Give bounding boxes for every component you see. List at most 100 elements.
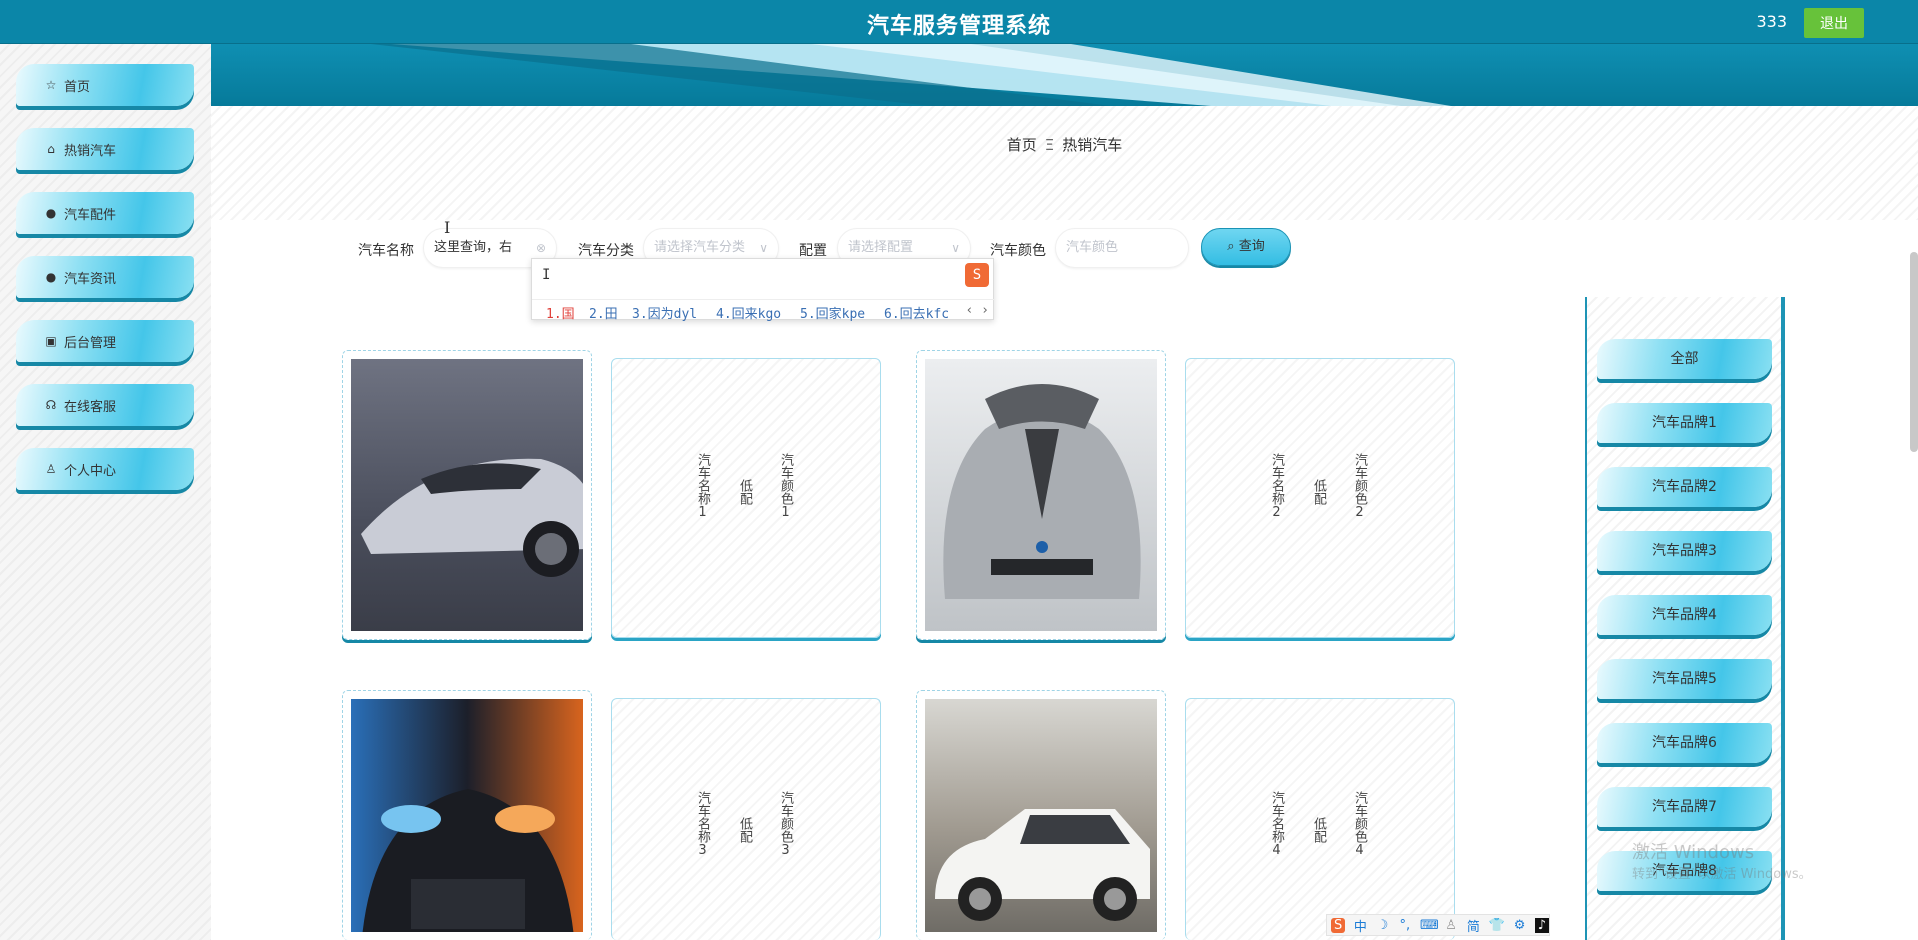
brand-button[interactable]: 汽车品牌6 (1597, 723, 1772, 763)
brand-button[interactable]: 汽车品牌7 (1597, 787, 1772, 827)
bag-icon: ⌂ (47, 142, 55, 156)
sidebar-item-profile[interactable]: ♙ 个人中心 (16, 448, 194, 490)
user-icon: ♙ (45, 462, 57, 476)
user-icon[interactable]: ♙ (1444, 918, 1458, 933)
car-info-card[interactable]: 汽车名称3 低配 汽车颜色3 (611, 698, 881, 940)
sidebar: ☆ 首页 ⌂ 热销汽车 ● 汽车配件 ● 汽车资讯 ▣ 后台管理 ☊ 在线客服 … (0, 44, 211, 940)
sidebar-item-parts[interactable]: ● 汽车配件 (16, 192, 194, 234)
ime-candidate[interactable]: 6.回去kfc (884, 303, 949, 322)
tiktok-icon[interactable]: ♪ (1534, 917, 1549, 933)
ime-page-arrows-icon[interactable]: ‹ › (966, 303, 989, 318)
punctuation-icon[interactable]: °, (1398, 918, 1412, 933)
shop-icon: ▣ (45, 334, 57, 348)
brand-button[interactable]: 汽车品牌5 (1597, 659, 1772, 699)
ime-candidate[interactable]: 3.因为dyl (632, 303, 697, 322)
keyboard-icon[interactable]: ⌨ (1420, 918, 1439, 933)
car-info-card[interactable]: 汽车名称2 低配 汽车颜色2 (1185, 358, 1455, 638)
headset-icon: ☊ (45, 398, 57, 412)
car-name-value: 这里查询，右 (434, 240, 513, 255)
car-image-card[interactable] (916, 350, 1166, 640)
sidebar-item-label: 在线客服 (64, 399, 117, 415)
logout-button[interactable]: 退出 (1804, 8, 1864, 38)
car-image-card[interactable] (342, 690, 592, 940)
breadcrumb-current: 热销汽车 (1062, 136, 1123, 154)
brand-button[interactable]: 汽车品牌2 (1597, 467, 1772, 507)
ime-candidate[interactable]: 5.回家kpe (800, 303, 865, 322)
simplified-icon[interactable]: 简 (1466, 916, 1480, 935)
banner (211, 44, 1918, 106)
car-color: 汽车颜色4 (1352, 791, 1367, 858)
activation-watermark: 激活 Windows 转到“设置”以激活 Windows。 (1632, 842, 1812, 886)
ime-logo-icon[interactable]: S (1331, 917, 1346, 933)
car-image (351, 359, 583, 631)
info-icon: ● (45, 206, 57, 220)
ime-logo-icon: S (965, 263, 989, 287)
help-icon: ● (45, 270, 57, 284)
car-color-label: 汽车颜色 (990, 243, 1046, 259)
car-color-input[interactable]: 汽车颜色 (1055, 228, 1189, 268)
app-title: 汽车服务管理系统 (866, 14, 1051, 39)
breadcrumb-bar: 首页 Ξ 热销汽车 (211, 106, 1918, 220)
moon-icon[interactable]: ☽ (1376, 918, 1390, 933)
brand-button[interactable]: 汽车品牌3 (1597, 531, 1772, 571)
car-image-card[interactable] (342, 350, 592, 640)
sidebar-item-support[interactable]: ☊ 在线客服 (16, 384, 194, 426)
car-name-label: 汽车名称 (358, 243, 414, 259)
watermark-line2: 转到“设置”以激活 Windows。 (1632, 867, 1812, 882)
star-icon: ☆ (45, 78, 57, 92)
brand-button[interactable]: 汽车品牌1 (1597, 403, 1772, 443)
car-config: 低配 (737, 817, 752, 843)
car-name: 汽车名称3 (695, 791, 710, 858)
car-name: 汽车名称4 (1269, 791, 1284, 858)
top-bar: 汽车服务管理系统 333 退出 (0, 0, 1918, 44)
sidebar-item-label: 汽车配件 (64, 207, 117, 223)
ime-candidate[interactable]: 4.回来kgo (716, 303, 781, 322)
ime-candidate[interactable]: 2.田 (589, 303, 618, 322)
car-image (925, 359, 1157, 631)
car-color: 汽车颜色2 (1352, 453, 1367, 520)
brand-button[interactable]: 汽车品牌4 (1597, 595, 1772, 635)
car-color: 汽车颜色1 (778, 453, 793, 520)
sidebar-item-label: 后台管理 (64, 335, 117, 351)
config-placeholder: 请选择配置 (848, 240, 914, 255)
sidebar-item-label: 汽车资讯 (64, 271, 117, 287)
breadcrumb-separator-icon: Ξ (1044, 136, 1055, 154)
ime-typed-text: I (542, 267, 551, 283)
chinese-mode-icon[interactable]: 中 (1353, 916, 1367, 935)
username: 333 (1756, 12, 1787, 31)
car-name: 汽车名称2 (1269, 453, 1284, 520)
brand-all-button[interactable]: 全部 (1597, 339, 1772, 379)
query-button-label: 查询 (1238, 239, 1265, 254)
car-category-label: 汽车分类 (578, 243, 634, 259)
sidebar-item-label: 热销汽车 (64, 143, 117, 159)
search-icon: ⌕ (1227, 239, 1239, 254)
car-config: 低配 (1311, 817, 1326, 843)
ime-candidate-popup: I S 1.国 2.田 3.因为dyl 4.回来kgo 5.回家kpe 6.回去… (531, 258, 995, 322)
ime-candidate[interactable]: 1.国 (546, 303, 575, 322)
car-config: 低配 (737, 479, 752, 505)
search-bar: 汽车名称 这里查询，右 ⊗ 汽车分类 请选择汽车分类 ∨ 配置 请选择配置 ∨ … (211, 228, 1918, 268)
car-config: 低配 (1311, 479, 1326, 505)
breadcrumb-home[interactable]: 首页 (1007, 136, 1037, 154)
text-cursor-icon: I (444, 218, 451, 237)
breadcrumb: 首页 Ξ 热销汽车 (211, 134, 1918, 155)
car-image-card[interactable] (916, 690, 1166, 940)
car-name: 汽车名称1 (695, 453, 710, 520)
config-label: 配置 (799, 243, 827, 259)
query-button[interactable]: ⌕ 查询 (1201, 228, 1291, 266)
sidebar-item-hot-cars[interactable]: ⌂ 热销汽车 (16, 128, 194, 170)
page-scrollbar[interactable] (1910, 252, 1918, 452)
sidebar-item-home[interactable]: ☆ 首页 (16, 64, 194, 106)
car-info-card[interactable]: 汽车名称4 低配 汽车颜色4 (1185, 698, 1455, 940)
sidebar-item-news[interactable]: ● 汽车资讯 (16, 256, 194, 298)
car-color-placeholder: 汽车颜色 (1066, 240, 1119, 255)
car-image (351, 699, 583, 932)
car-info-card[interactable]: 汽车名称1 低配 汽车颜色1 (611, 358, 881, 638)
sidebar-item-label: 首页 (64, 79, 91, 95)
skin-icon[interactable]: 👕 (1489, 918, 1505, 933)
settings-icon[interactable]: ⚙ (1513, 918, 1527, 933)
sidebar-item-admin[interactable]: ▣ 后台管理 (16, 320, 194, 362)
car-image (925, 699, 1157, 932)
sidebar-item-label: 个人中心 (64, 463, 117, 479)
ime-toolbar: S 中 ☽ °, ⌨ ♙ 简 👕 ⚙ ♪ (1326, 914, 1550, 936)
